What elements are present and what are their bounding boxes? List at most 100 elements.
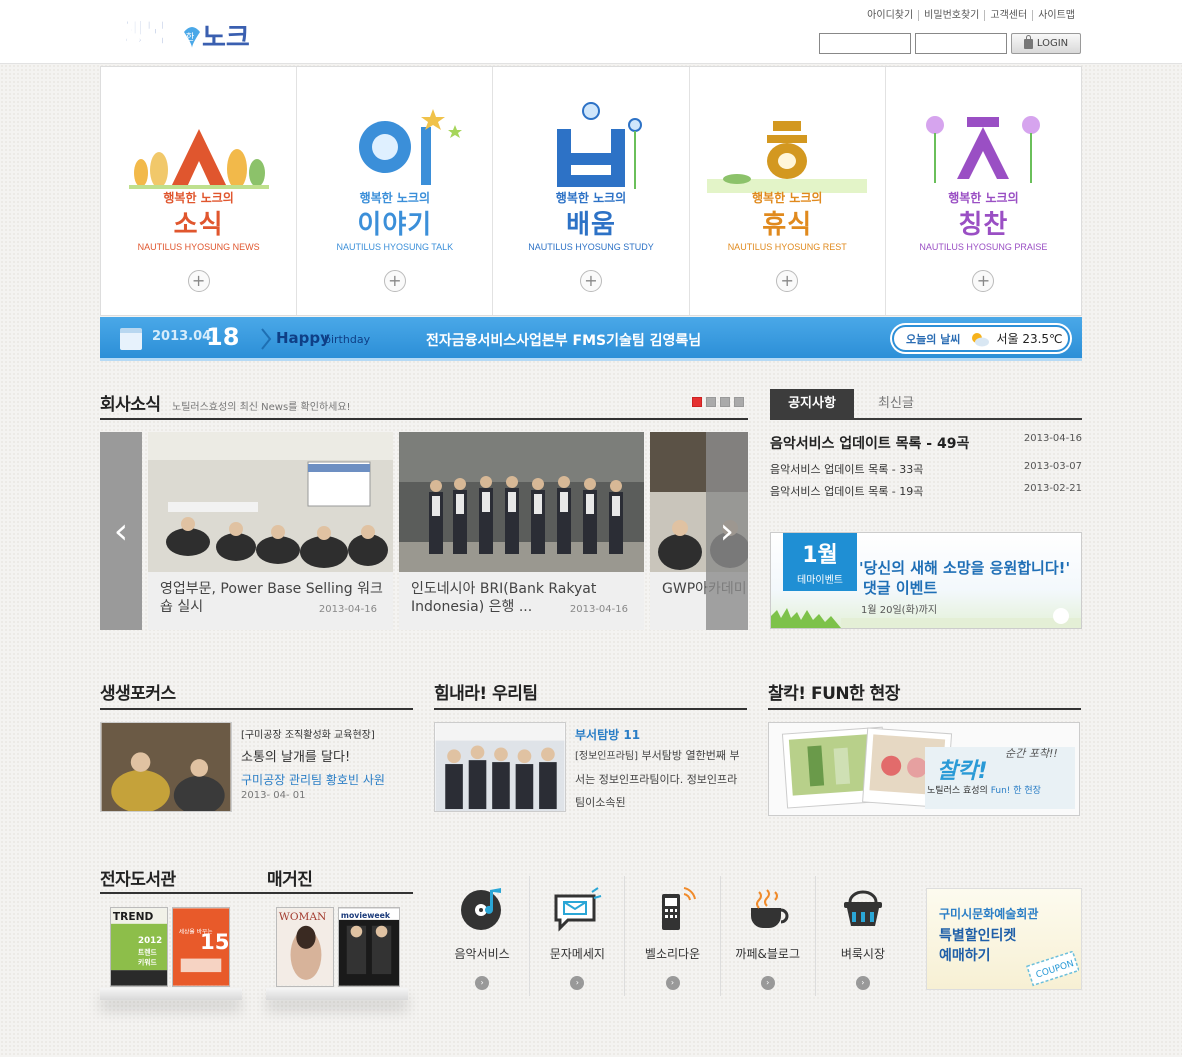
service-cafe-blog[interactable]: 까페&블로그 › xyxy=(719,876,815,996)
weather-label: 오늘의 날씨 xyxy=(906,332,961,346)
event-month-badge: 1월 테마이벤트 xyxy=(783,533,857,591)
happy-label: Happy xyxy=(276,329,330,347)
company-news-title: 회사소식 xyxy=(100,395,161,415)
login-button[interactable]: LOGIN xyxy=(1011,33,1081,54)
praise-illustration xyxy=(926,116,1041,183)
magazine-cover-woman[interactable]: WOMAN xyxy=(276,907,334,987)
top-header: 행복 한 노크 아이디찾기 비밀번호찾기 고객센터 사이트맵 LOGIN xyxy=(0,0,1182,64)
team-item-title[interactable]: 부서탐방 11 xyxy=(575,726,640,743)
event-title: '당신의 새해 소망을 응원합니다!' xyxy=(859,559,1071,577)
card-english: NAUTILUS HYOSUNG STUDY xyxy=(528,242,654,252)
coupon-banner[interactable]: 구미시문화예술회관 특별할인티켓 예매하기 COUPON xyxy=(926,888,1082,990)
service-label: 음악서비스 xyxy=(454,947,510,961)
company-news-desc: 노틸러스효성의 최신 News를 확인하세요! xyxy=(172,402,351,413)
book-cover-text: TREND xyxy=(113,910,154,923)
divider xyxy=(100,892,413,894)
plus-icon[interactable]: + xyxy=(776,270,799,292)
weather-widget[interactable]: 오늘의 날씨 서울 23.5℃ xyxy=(892,325,1070,352)
next-arrow-icon[interactable]: › xyxy=(706,432,748,630)
pagination-dot[interactable] xyxy=(734,397,744,407)
customer-center-link[interactable]: 고객센터 xyxy=(984,10,1032,21)
ebook-cover-trend[interactable]: TREND 2012 트렌드 키워드 xyxy=(110,907,168,987)
slide-date: 2013-04-16 xyxy=(569,604,628,615)
magazine-cover-movieweek[interactable]: movieweek xyxy=(338,907,400,987)
service-music[interactable]: 음악서비스 › xyxy=(435,876,529,996)
service-flea-market[interactable]: 벼룩시장 › xyxy=(814,876,910,996)
news-photo xyxy=(399,432,644,572)
banner-date-day: 18 xyxy=(206,323,240,351)
svg-text:노크: 노크 xyxy=(202,23,250,53)
tab-notice[interactable]: 공지사항 xyxy=(770,389,854,419)
go-arrow-icon[interactable]: › xyxy=(760,976,775,990)
notice-title: 음악서비스 업데이트 목록 - 49곡 xyxy=(770,436,970,452)
plus-icon[interactable]: + xyxy=(580,270,602,292)
focus-headline[interactable]: 소통의 날개를 달다! xyxy=(241,746,350,765)
fun-title: 찰칵! FUN한 현장 xyxy=(768,684,900,704)
go-arrow-icon[interactable]: › xyxy=(855,976,870,990)
event-until: 1월 20일(화)까지 xyxy=(861,605,938,616)
ebook-cover-15[interactable]: 세상을 바꾸는 15 xyxy=(172,907,230,987)
coupon-venue: 구미시문화예술회관 xyxy=(939,907,1039,921)
team-title: 힘내라! 우리팀 xyxy=(434,684,538,704)
site-logo[interactable]: 행복 한 노크 xyxy=(118,10,258,58)
category-card-talk[interactable]: 행복한 노크의 이야기 NAUTILUS HYOSUNG TALK + xyxy=(296,67,492,315)
focus-title: 생생포커스 xyxy=(100,684,176,704)
service-label: 벨소리다운 xyxy=(644,947,701,961)
magazine-title: 매거진 xyxy=(267,870,313,890)
notice-item[interactable]: 음악서비스 업데이트 목록 - 49곡 2013-04-16 xyxy=(770,433,1082,453)
category-card-study[interactable]: 행복한 노크의 배움 NAUTILUS HYOSUNG STUDY + xyxy=(492,67,688,315)
coffee-cup-icon xyxy=(750,889,789,928)
find-id-link[interactable]: 아이디찾기 xyxy=(862,10,918,21)
slider-pagination xyxy=(692,397,744,407)
weather-value: 서울 23.5℃ xyxy=(996,332,1063,346)
pagination-dot[interactable] xyxy=(692,397,702,407)
card-title: 휴식 xyxy=(762,210,813,240)
birthday-message[interactable]: 전자금융서비스사업본부 FMS기술팀 김영록님 xyxy=(426,330,701,350)
fun-caption-pre: 노틸러스 효성의 xyxy=(927,786,988,796)
category-card-praise[interactable]: 행복한 노크의 칭찬 NAUTILUS HYOSUNG PRAISE + xyxy=(884,67,1081,315)
notice-item[interactable]: 음악서비스 업데이트 목록 - 33곡 2013-03-07 xyxy=(770,461,1082,477)
login-label: LOGIN xyxy=(1036,38,1069,49)
notice-title: 음악서비스 업데이트 목록 - 33곡 xyxy=(770,463,924,476)
pagination-dot[interactable] xyxy=(706,397,716,407)
service-menu: 음악서비스 › 문자메세지 › 벨소리다운 › 까페&블로그 › 벼룩시장 › xyxy=(435,876,910,996)
go-arrow-icon[interactable]: › xyxy=(570,976,585,990)
sun-cloud-icon xyxy=(972,332,990,346)
focus-thumbnail[interactable] xyxy=(100,722,232,812)
team-thumbnail[interactable] xyxy=(434,722,566,812)
coupon-ticket-icon: COUPON xyxy=(1026,951,1079,987)
news-photo xyxy=(148,432,393,572)
go-arrow-icon[interactable]: › xyxy=(665,976,680,990)
book-cover-number: 15 xyxy=(200,930,230,955)
talk-illustration xyxy=(358,109,462,185)
go-arrow-icon[interactable]: › xyxy=(475,976,490,990)
divider xyxy=(100,708,413,710)
notice-item[interactable]: 음악서비스 업데이트 목록 - 19곡 2013-02-21 xyxy=(770,483,1082,499)
plus-icon[interactable]: + xyxy=(187,270,210,292)
prev-arrow-icon[interactable]: ‹ xyxy=(100,432,142,630)
sitemap-link[interactable]: 사이트맵 xyxy=(1032,10,1080,21)
pagination-dot[interactable] xyxy=(720,397,730,407)
service-ringtone[interactable]: 벨소리다운 › xyxy=(624,876,719,996)
phone-ringtone-icon xyxy=(661,887,696,930)
service-message[interactable]: 문자메세지 › xyxy=(529,876,624,996)
category-card-news[interactable]: 행복한 노크의 소식 NAUTILUS HYOSUNG NEWS + xyxy=(101,67,296,315)
id-input[interactable] xyxy=(819,33,911,54)
focus-tag: [구미공장 조직활성화 교육현장] xyxy=(241,730,375,741)
card-title: 소식 xyxy=(173,210,224,240)
fun-caption: 노틸러스 효성의 Fun! 한 현장 xyxy=(927,783,1041,796)
password-input[interactable] xyxy=(915,33,1007,54)
fun-banner[interactable]: 찰칵! 순간 포착!! 노틸러스 효성의 Fun! 한 현장 xyxy=(768,722,1080,816)
study-illustration xyxy=(557,102,642,189)
plus-icon[interactable]: + xyxy=(383,270,406,292)
tab-latest[interactable]: 최신글 xyxy=(854,389,938,419)
news-slide[interactable]: 영업부문, Power Base Selling 워크숍 실시 2013-04-… xyxy=(148,432,393,630)
plus-icon[interactable]: + xyxy=(972,270,995,292)
theme-event-banner[interactable]: 1월 테마이벤트 '당신의 새해 소망을 응원합니다!' 댓글 이벤트 1월 2… xyxy=(770,532,1082,629)
birthday-banner: 2013.04. 18 Happy birthday 전자금융서비스사업본부 F… xyxy=(100,317,1082,361)
find-password-link[interactable]: 비밀번호찾기 xyxy=(918,10,984,21)
news-slide[interactable]: 인도네시아 BRI(Bank Rakyat Indonesia) 은행 ... … xyxy=(399,432,644,630)
service-label: 문자메세지 xyxy=(549,947,605,961)
category-card-rest[interactable]: 행복한 노크의 휴식 NAUTILUS HYOSUNG REST + xyxy=(688,67,885,315)
card-title: 칭찬 xyxy=(958,210,1009,240)
